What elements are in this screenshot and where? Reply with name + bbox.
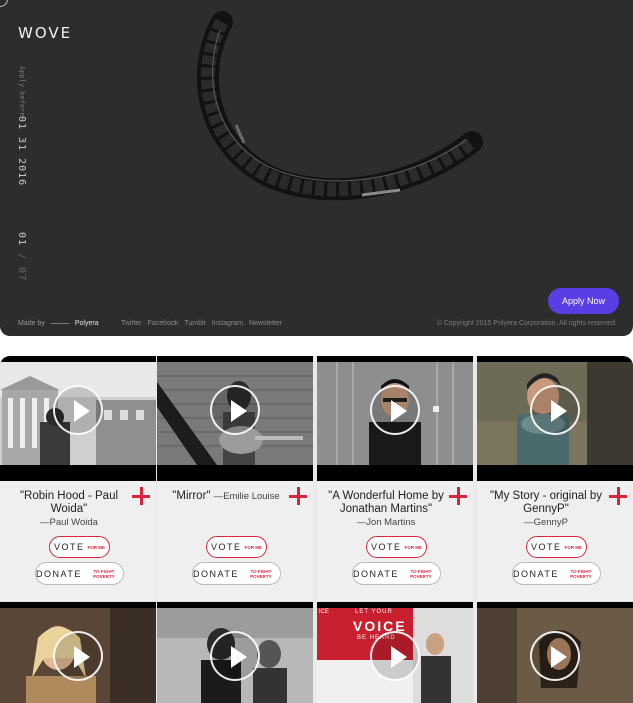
play-icon[interactable] xyxy=(370,631,420,681)
polyera-link[interactable]: Polyera xyxy=(75,320,99,327)
artist-name: —Emilie Louise xyxy=(213,491,280,502)
video-thumbnail[interactable] xyxy=(477,356,633,481)
video-thumbnail[interactable] xyxy=(477,602,633,703)
vote-button[interactable]: VOTE FOR ME xyxy=(526,536,587,558)
donate-button[interactable]: DONATE TO FIGHT POVERTY xyxy=(512,562,601,585)
play-icon[interactable] xyxy=(210,385,260,435)
artist-name: —Jon Martins xyxy=(356,517,416,528)
plus-icon[interactable] xyxy=(289,487,307,505)
video-card xyxy=(157,602,313,703)
play-icon[interactable] xyxy=(530,385,580,435)
song-title: "My Story - original by GennyP" —GennyP xyxy=(489,490,603,528)
wove-band-image xyxy=(196,11,483,201)
play-icon[interactable] xyxy=(53,631,103,681)
plus-icon[interactable] xyxy=(132,487,150,505)
plus-icon[interactable] xyxy=(449,487,467,505)
video-thumbnail[interactable] xyxy=(157,602,313,703)
vote-button[interactable]: VOTE FOR ME xyxy=(206,536,267,558)
social-links: Twitter Facebook Tumblr Instagram Newsle… xyxy=(121,320,282,327)
video-thumbnail[interactable] xyxy=(0,356,156,481)
instagram-link[interactable]: Instagram xyxy=(212,320,243,327)
video-card: "Robin Hood - Paul Woida" —Paul Woida VO… xyxy=(0,356,156,601)
banner-line-1: LET YOUR xyxy=(355,609,393,615)
video-thumbnail[interactable]: ICE LET YOUR VOICE BE HEARD xyxy=(317,602,473,703)
artist-name: —GennyP xyxy=(524,517,568,528)
play-icon[interactable] xyxy=(210,631,260,681)
video-card: "A Wonderful Home by Jonathan Martins" —… xyxy=(317,356,473,601)
song-title: "A Wonderful Home by Jonathan Martins" —… xyxy=(328,490,444,528)
video-card xyxy=(477,602,633,703)
video-card: ICE LET YOUR VOICE BE HEARD xyxy=(317,602,473,703)
video-thumbnail[interactable] xyxy=(0,602,156,703)
tumblr-link[interactable]: Tumblr xyxy=(184,320,206,327)
newsletter-link[interactable]: Newsletter xyxy=(249,320,282,327)
video-card: "My Story - original by GennyP" —GennyP … xyxy=(477,356,633,601)
video-info: "Robin Hood - Paul Woida" —Paul Woida VO… xyxy=(0,481,156,601)
apply-now-button[interactable]: Apply Now xyxy=(548,288,619,314)
vote-button[interactable]: VOTE FOR ME xyxy=(366,536,427,558)
video-card: "Mirror" —Emilie Louise VOTE FOR ME DONA… xyxy=(157,356,313,601)
facebook-link[interactable]: Facebook xyxy=(148,320,179,327)
video-info: "A Wonderful Home by Jonathan Martins" —… xyxy=(317,481,473,601)
play-icon[interactable] xyxy=(53,385,103,435)
video-thumbnail[interactable] xyxy=(317,356,473,481)
video-thumbnail[interactable] xyxy=(157,356,313,481)
song-title: "Robin Hood - Paul Woida" —Paul Woida xyxy=(19,490,119,528)
banner-brand: ICE xyxy=(319,609,330,615)
play-icon[interactable] xyxy=(370,385,420,435)
play-icon[interactable] xyxy=(530,631,580,681)
donate-button[interactable]: DONATE TO FIGHT POVERTY xyxy=(352,562,441,585)
twitter-link[interactable]: Twitter xyxy=(121,320,142,327)
video-card xyxy=(0,602,156,703)
donate-button[interactable]: DONATE TO FIGHT POVERTY xyxy=(35,562,124,585)
video-info: "My Story - original by GennyP" —GennyP … xyxy=(477,481,633,601)
video-grid: "Robin Hood - Paul Woida" —Paul Woida VO… xyxy=(0,356,633,703)
made-by: Made by Polyera xyxy=(18,320,99,327)
song-title: "Mirror" —Emilie Louise xyxy=(172,490,280,502)
copyright: © Copyright 2015 Polyera Corporation. Al… xyxy=(436,320,617,327)
divider xyxy=(50,323,69,324)
page: WOVE Apply before 01 31 2016 01 / 07 Mad… xyxy=(0,0,633,703)
vote-button[interactable]: VOTE FOR ME xyxy=(49,536,110,558)
video-info: "Mirror" —Emilie Louise VOTE FOR ME DONA… xyxy=(157,481,313,601)
donate-button[interactable]: DONATE TO FIGHT POVERTY xyxy=(192,562,281,585)
plus-icon[interactable] xyxy=(609,487,627,505)
made-by-label: Made by xyxy=(18,320,45,327)
artist-name: —Paul Woida xyxy=(40,517,98,528)
wove-hero-panel: WOVE Apply before 01 31 2016 01 / 07 Mad… xyxy=(0,0,633,336)
